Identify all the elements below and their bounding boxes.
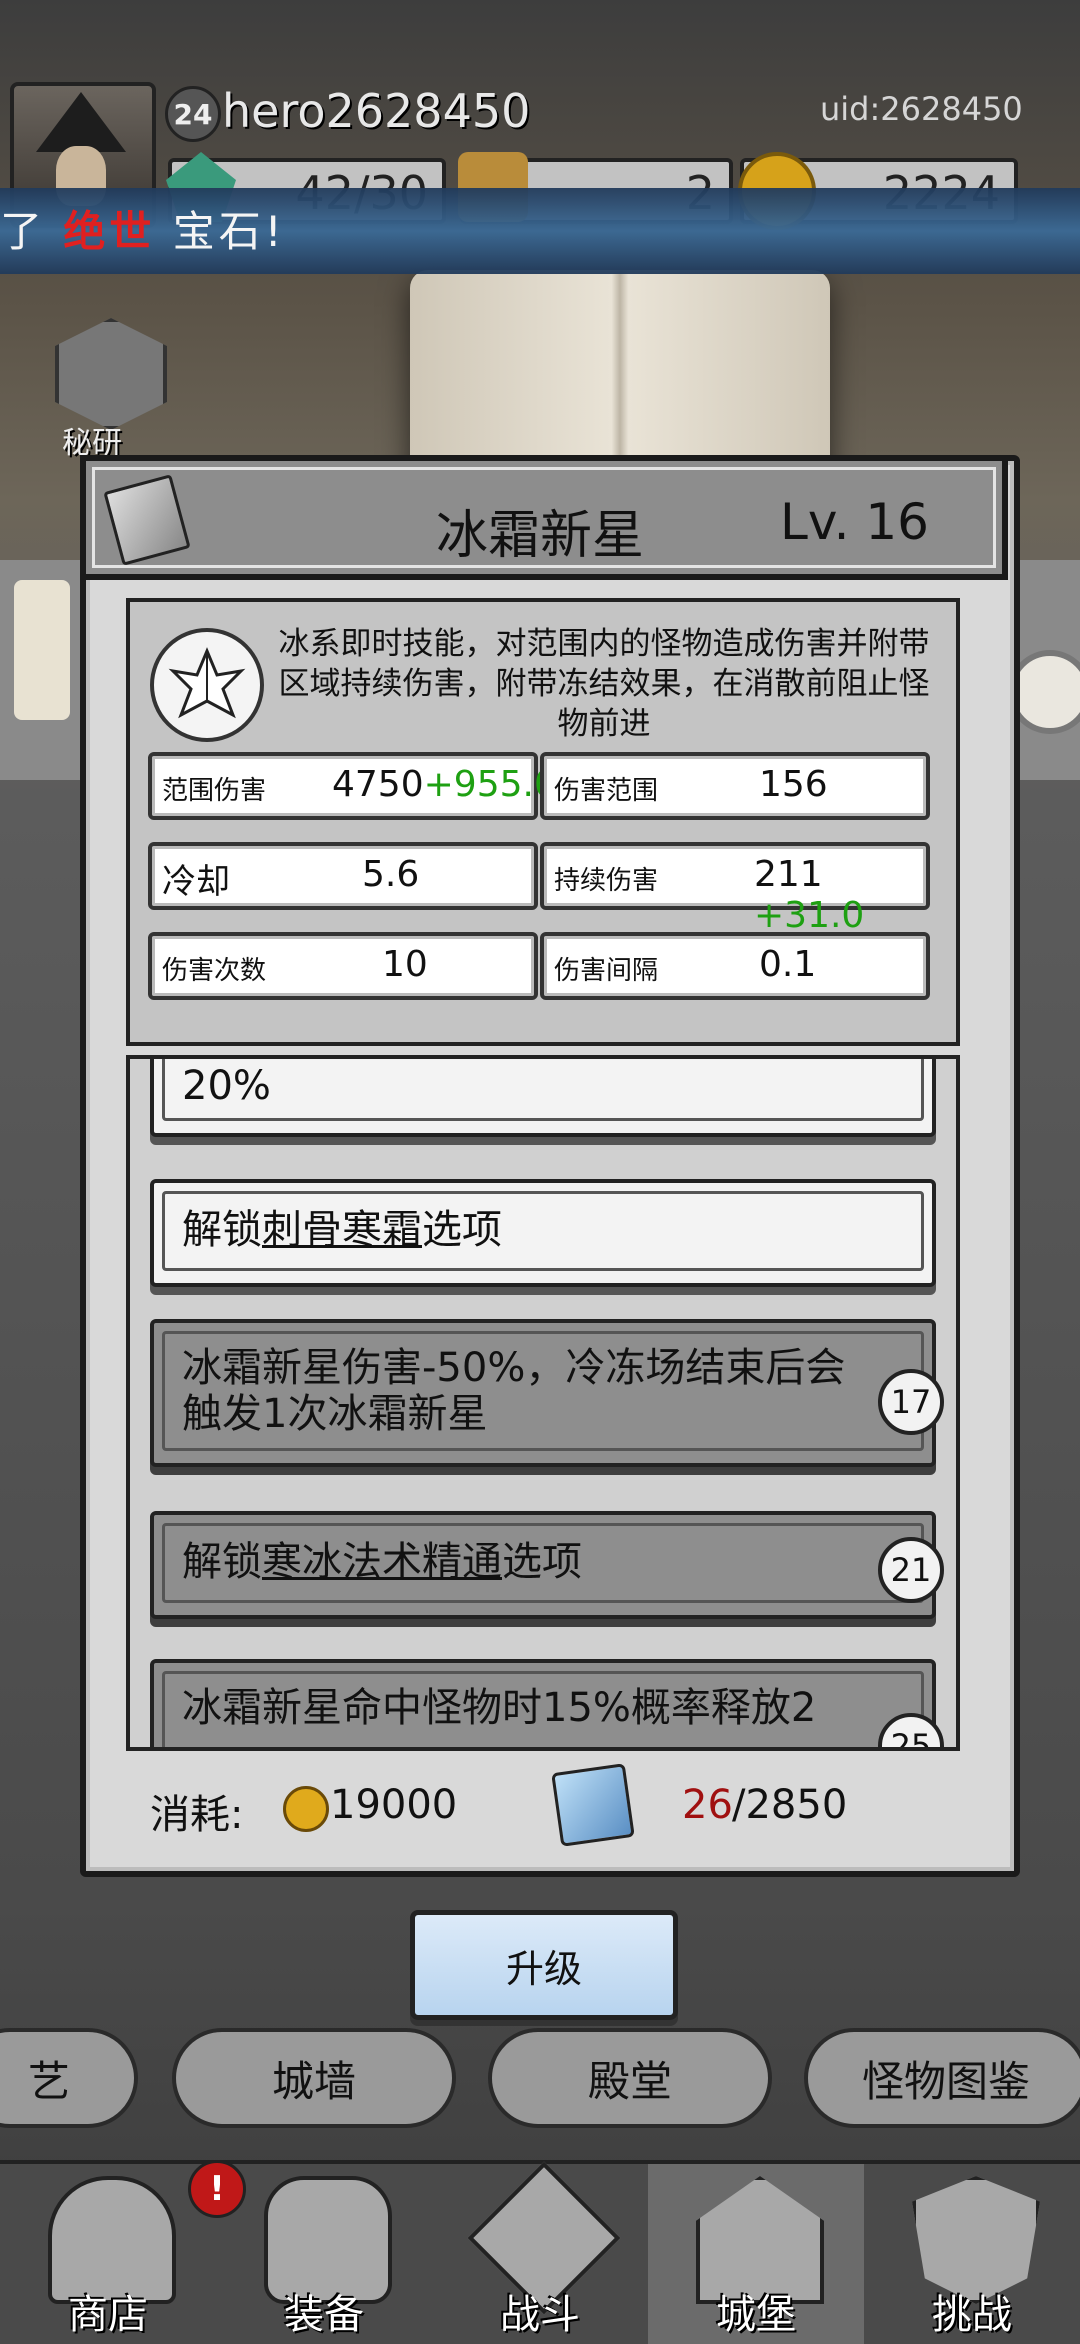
frost-nova-icon [150, 628, 264, 742]
nav-label: 挑战 [932, 2292, 1012, 2338]
stat-base-value: 211 [754, 854, 823, 895]
option-link-piercing-frost[interactable]: 刺骨寒霜 [262, 1207, 422, 1253]
stat-hit-count: 伤害次数 10 [148, 932, 538, 1000]
stat-value: 10 [382, 944, 428, 985]
bottom-navigation: 商店 装备 战斗 城堡 挑战 [0, 2160, 1080, 2344]
stat-delta: +955.0 [423, 764, 557, 805]
upgrade-text: 冰霜新星命中怪物时15%概率释放2 [182, 1685, 817, 1731]
wizard-hat-icon [36, 92, 126, 152]
tab-hall[interactable]: 殿堂 [488, 2028, 772, 2128]
stat-label: 伤害间隔 [554, 956, 659, 986]
stat-label: 持续伤害 [554, 866, 659, 896]
stat-label: 伤害次数 [162, 956, 267, 986]
tab-craft[interactable]: 艺 [0, 2028, 138, 2128]
stat-value: 0.1 [759, 944, 817, 985]
upgrade-item[interactable]: 解锁刺骨寒霜选项 [150, 1179, 936, 1287]
stat-label: 范围伤害 [162, 776, 267, 806]
candle-decoration [14, 580, 70, 720]
gold-coin-icon [283, 1786, 329, 1832]
upgrade-path-list[interactable]: 20% 解锁刺骨寒霜选项 冰霜新星伤害-50%，冷冻场结束后会触发1次冰霜新星 … [126, 1055, 960, 1751]
skill-description: 冰系即时技能，对范围内的怪物造成伤害并附带区域持续伤害，附带冻结效果，在消散前阻… [278, 626, 930, 742]
upgrade-item: 冰霜新星伤害-50%，冷冻场结束后会触发1次冰霜新星 17 [150, 1319, 944, 1467]
upgrade-item: 20% [150, 1059, 936, 1137]
option-link-ice-spell-mastery[interactable]: 寒冰法术精通 [262, 1539, 502, 1585]
stat-damage-range: 伤害范围 156 [540, 752, 930, 820]
player-name: hero2628450 [222, 84, 531, 138]
stat-range-damage: 范围伤害 4750+955.0 [148, 752, 557, 820]
upgrade-text: 冰霜新星伤害-50%，冷冻场结束后会触发1次冰霜新星 [182, 1345, 846, 1437]
player-uid: uid:2628450 [820, 90, 1023, 128]
upgrade-text-prefix: 解锁 [182, 1539, 262, 1585]
nav-battle[interactable]: 战斗 [432, 2161, 648, 2344]
stat-cooldown: 冷却 5.6 [148, 842, 538, 910]
upgrade-text: 20% [182, 1063, 271, 1109]
stat-value: 156 [759, 764, 828, 805]
stat-label: 冷却 [162, 862, 230, 902]
skill-name: 冰霜新星 [435, 506, 644, 566]
required-level-badge: 21 [878, 1537, 944, 1603]
equipment-alert-icon: ! [188, 2160, 246, 2218]
nav-label: 战斗 [500, 2292, 580, 2338]
upgrade-item: 解锁寒冰法术精通选项 21 [150, 1511, 944, 1619]
stat-value: 5.6 [362, 854, 420, 895]
crystal-required: /2850 [732, 1782, 848, 1828]
crystal-owned: 26 [682, 1782, 733, 1828]
ice-crystal-icon [168, 647, 246, 719]
nav-castle[interactable]: 城堡 [648, 2164, 864, 2344]
stat-value: 211 +31.0 [754, 854, 926, 936]
skill-crystal-icon [551, 1763, 635, 1847]
upgrade-text: 解锁刺骨寒霜选项 [182, 1207, 502, 1253]
required-level-badge: 17 [878, 1369, 944, 1435]
stat-label: 伤害范围 [554, 776, 659, 806]
tab-city-wall[interactable]: 城墙 [172, 2028, 456, 2128]
upgrade-button[interactable]: 升级 [410, 1910, 678, 2020]
nav-label: 装备 [284, 2292, 364, 2338]
stat-damage-over-time: 持续伤害 211 +31.0 [540, 842, 930, 936]
announcement-text: 了 绝世 宝石! [0, 198, 286, 259]
player-level-badge: 24 [165, 86, 221, 142]
skill-level: Lv. 16 [780, 493, 929, 551]
upgrade-text-suffix: 选项 [502, 1539, 582, 1585]
upgrade-item: 冰霜新星命中怪物时15%概率释放2 25 [150, 1659, 944, 1747]
nav-label: 城堡 [716, 2292, 796, 2338]
nav-challenge[interactable]: 挑战 [864, 2164, 1080, 2344]
announcement-highlight: 绝世 [63, 207, 156, 256]
nav-label: 商店 [68, 2292, 148, 2338]
upgrade-text-suffix: 选项 [422, 1207, 502, 1253]
stat-base-value: 4750 [332, 764, 424, 805]
upgrade-text: 解锁寒冰法术精通选项 [182, 1539, 582, 1585]
tab-monster-codex[interactable]: 怪物图鉴 [804, 2028, 1080, 2128]
gold-cost: 19000 [330, 1782, 458, 1828]
announcement-prefix: 了 [0, 207, 64, 256]
nav-equipment[interactable]: 装备 [216, 2164, 432, 2344]
cost-label: 消耗: [150, 1792, 244, 1838]
upgrade-text-prefix: 解锁 [182, 1207, 262, 1253]
upgrade-frame [162, 1059, 924, 1121]
stat-delta: +31.0 [754, 895, 865, 936]
stat-value: 4750+955.0 [332, 764, 557, 805]
announcement-suffix: 宝石! [155, 207, 286, 256]
stat-damage-interval: 伤害间隔 0.1 [540, 932, 930, 1000]
nav-shop[interactable]: 商店 [0, 2164, 216, 2344]
